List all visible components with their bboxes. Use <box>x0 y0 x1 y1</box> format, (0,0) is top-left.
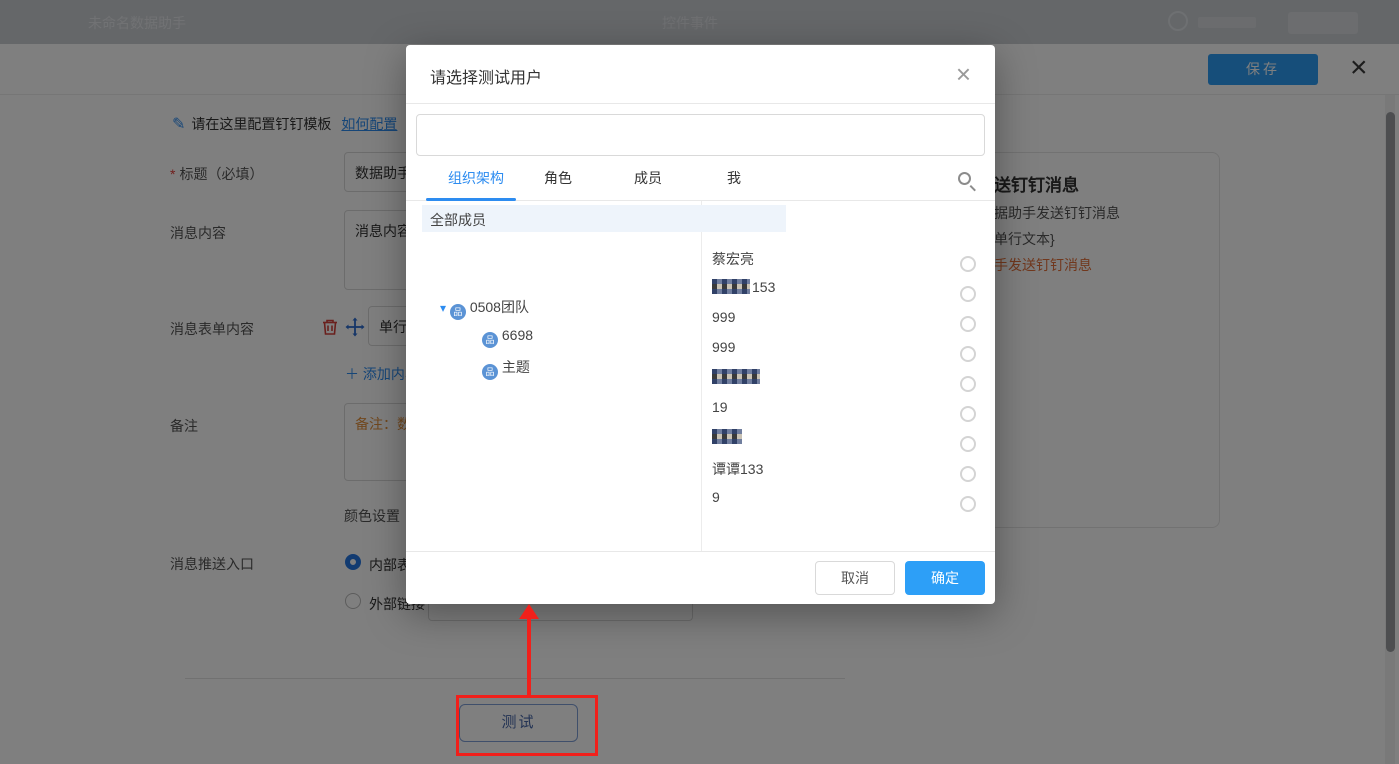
censored-name-block <box>712 279 750 294</box>
censored-name-block <box>712 429 742 444</box>
member-row[interactable]: 9 <box>712 489 984 519</box>
select-test-user-dialog: 请选择测试用户 × 组织架构 角色 成员 我 全部成员 ▾ 品 0508团队 品… <box>406 45 995 604</box>
dialog-tabs: 组织架构 角色 成员 我 <box>406 156 995 201</box>
user-search-input[interactable] <box>416 114 985 156</box>
dialog-body: 全部成员 ▾ 品 0508团队 品 6698 品 主题 蔡宏亮 153 999 … <box>406 201 995 551</box>
member-name: 蔡宏亮 <box>712 251 754 267</box>
tree-item-child[interactable]: 品 6698 <box>482 327 533 348</box>
tree-item-child[interactable]: 品 主题 <box>482 357 530 380</box>
member-radio[interactable] <box>960 346 976 362</box>
member-name: 999 <box>712 309 735 325</box>
member-name: 153 <box>752 279 775 295</box>
tab-org-structure[interactable]: 组织架构 <box>431 168 521 188</box>
tab-member[interactable]: 成员 <box>608 168 688 188</box>
member-name: 999 <box>712 339 735 355</box>
tree-item-label[interactable]: 6698 <box>502 327 533 343</box>
org-icon: 品 <box>482 364 498 380</box>
dialog-close-icon[interactable]: × <box>956 59 971 89</box>
member-row[interactable]: 999 <box>712 339 984 369</box>
member-radio[interactable] <box>960 466 976 482</box>
member-radio[interactable] <box>960 316 976 332</box>
tab-me[interactable]: 我 <box>694 168 774 188</box>
member-row[interactable]: 999 <box>712 309 984 339</box>
member-name: 9 <box>712 489 720 505</box>
tree-item-root[interactable]: ▾ 品 0508团队 <box>440 297 529 320</box>
cancel-button[interactable]: 取消 <box>815 561 895 595</box>
tab-role[interactable]: 角色 <box>518 168 598 188</box>
member-radio[interactable] <box>960 286 976 302</box>
org-icon: 品 <box>450 304 466 320</box>
censored-name-block <box>712 369 760 384</box>
org-icon: 品 <box>482 332 498 348</box>
member-radio[interactable] <box>960 256 976 272</box>
member-row[interactable] <box>712 369 984 399</box>
dialog-title: 请选择测试用户 <box>430 64 542 88</box>
dialog-header: 请选择测试用户 × <box>406 45 995 104</box>
member-row[interactable]: 谭谭133 <box>712 459 984 489</box>
member-row[interactable]: 19 <box>712 399 984 429</box>
caret-down-icon[interactable]: ▾ <box>440 301 446 315</box>
dialog-footer: 取消 确定 <box>406 551 995 604</box>
member-radio[interactable] <box>960 496 976 512</box>
member-row[interactable]: 蔡宏亮 <box>712 249 984 279</box>
tree-item-all-members[interactable]: 全部成员 <box>430 210 486 230</box>
search-icon[interactable] <box>958 172 971 185</box>
member-name: 19 <box>712 399 728 415</box>
tree-item-label[interactable]: 主题 <box>502 359 530 375</box>
member-radio[interactable] <box>960 376 976 392</box>
tree-item-label[interactable]: 0508团队 <box>470 299 529 315</box>
panel-divider <box>701 201 702 551</box>
member-radio[interactable] <box>960 406 976 422</box>
member-row[interactable]: 153 <box>712 279 984 309</box>
confirm-button[interactable]: 确定 <box>905 561 985 595</box>
member-radio[interactable] <box>960 436 976 452</box>
member-name: 谭谭133 <box>712 461 763 477</box>
member-row[interactable] <box>712 429 984 459</box>
